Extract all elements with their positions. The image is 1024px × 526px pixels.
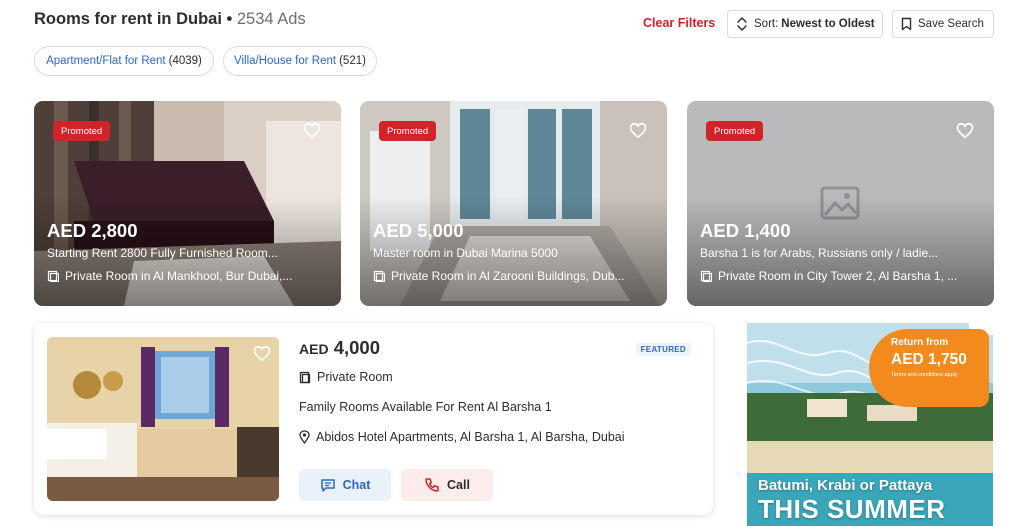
ad-offer-terms: Terms and conditions apply bbox=[891, 372, 958, 378]
promoted-badge: Promoted bbox=[379, 121, 437, 141]
listing-location-text: Private Room in City Tower 2, Al Barsha … bbox=[718, 269, 958, 283]
promoted-card[interactable]: Promoted AED 2,800 Starting Rent 2800 Fu… bbox=[34, 101, 341, 306]
ad-offer-line1: Return from bbox=[891, 337, 949, 348]
room-type: Private Room bbox=[299, 370, 393, 384]
title-separator: • bbox=[221, 10, 237, 28]
listing-location-text: Private Room in Al Zarooni Buildings, Du… bbox=[391, 269, 625, 283]
chip-count: (521) bbox=[339, 55, 366, 67]
listing-location-text: Private Room in Al Mankhool, Bur Dubai,.… bbox=[65, 269, 293, 283]
listing-location: Private Room in City Tower 2, Al Barsha … bbox=[700, 269, 985, 283]
heart-icon[interactable] bbox=[956, 122, 974, 139]
featured-listing-card[interactable]: AED 4,000 FEATURED Private Room Family R… bbox=[34, 323, 713, 515]
featured-price: AED 4,000 bbox=[299, 337, 380, 359]
chat-button[interactable]: Chat bbox=[299, 469, 391, 501]
featured-location: Abidos Hotel Apartments, Al Barsha 1, Al… bbox=[299, 430, 625, 444]
listing-description: Starting Rent 2800 Fully Furnished Room.… bbox=[47, 246, 278, 260]
ad-destinations: Batumi, Krabi or Pattaya bbox=[758, 477, 933, 494]
promoted-card[interactable]: Promoted AED 5,000 Master room in Dubai … bbox=[360, 101, 667, 306]
room-icon bbox=[700, 270, 712, 282]
save-search-label: Save Search bbox=[918, 18, 984, 30]
price-amount: 4,000 bbox=[333, 337, 380, 358]
room-icon bbox=[47, 270, 59, 282]
heart-icon[interactable] bbox=[629, 122, 647, 139]
price-currency: AED bbox=[299, 341, 329, 357]
room-icon bbox=[299, 371, 311, 383]
sort-label: Sort: bbox=[754, 18, 779, 30]
clear-filters-link[interactable]: Clear Filters bbox=[643, 16, 715, 30]
featured-location-text: Abidos Hotel Apartments, Al Barsha 1, Al… bbox=[316, 430, 625, 444]
heart-icon[interactable] bbox=[253, 345, 271, 362]
page-title-text: Rooms for rent in Dubai bbox=[34, 10, 222, 28]
chip-label: Apartment/Flat for Rent bbox=[46, 55, 166, 67]
listing-location: Private Room in Al Zarooni Buildings, Du… bbox=[373, 269, 658, 283]
heart-icon[interactable] bbox=[303, 122, 321, 139]
chat-icon bbox=[320, 478, 335, 492]
ad-offer-price: AED 1,750 bbox=[891, 351, 967, 368]
ad-offer-bubble: Return from AED 1,750 Terms and conditio… bbox=[869, 329, 989, 407]
advertisement-banner[interactable]: Return from AED 1,750 Terms and conditio… bbox=[747, 323, 993, 526]
chat-label: Chat bbox=[342, 478, 371, 492]
featured-badge: FEATURED bbox=[635, 343, 691, 356]
sort-icon bbox=[737, 17, 747, 31]
listing-description: Master room in Dubai Marina 5000 bbox=[373, 246, 558, 260]
promoted-badge: Promoted bbox=[53, 121, 111, 141]
sort-button[interactable]: Sort: Newest to Oldest bbox=[727, 10, 883, 38]
call-label: Call bbox=[447, 478, 470, 492]
listing-photo bbox=[47, 337, 279, 501]
room-icon bbox=[373, 270, 385, 282]
listing-thumbnail[interactable] bbox=[47, 337, 279, 501]
ad-count: 2534 Ads bbox=[236, 10, 306, 28]
phone-icon bbox=[425, 478, 439, 492]
sort-value: Newest to Oldest bbox=[781, 18, 875, 30]
chip-label: Villa/House for Rent bbox=[234, 55, 337, 67]
promoted-card[interactable]: Promoted AED 1,400 Barsha 1 is for Arabs… bbox=[687, 101, 994, 306]
save-search-button[interactable]: Save Search bbox=[892, 10, 994, 38]
chip-villa-house[interactable]: Villa/House for Rent (521) bbox=[223, 46, 377, 76]
listing-location: Private Room in Al Mankhool, Bur Dubai,.… bbox=[47, 269, 332, 283]
bookmark-icon bbox=[901, 17, 912, 31]
call-button[interactable]: Call bbox=[401, 469, 493, 501]
promoted-badge: Promoted bbox=[706, 121, 764, 141]
room-type-text: Private Room bbox=[317, 370, 393, 384]
listing-price: AED 5,000 bbox=[373, 220, 464, 241]
listing-description: Barsha 1 is for Arabs, Russians only / l… bbox=[700, 246, 939, 260]
chip-apartment-flat[interactable]: Apartment/Flat for Rent (4039) bbox=[34, 46, 214, 76]
results-header: Rooms for rent in Dubai • 2534 Ads Clear… bbox=[34, 8, 994, 38]
location-pin-icon bbox=[299, 430, 310, 444]
listing-price: AED 2,800 bbox=[47, 220, 138, 241]
page-title: Rooms for rent in Dubai • 2534 Ads bbox=[34, 10, 306, 29]
featured-description: Family Rooms Available For Rent Al Barsh… bbox=[299, 400, 552, 414]
chip-count: (4039) bbox=[168, 55, 202, 67]
ad-headline: THIS SUMMER bbox=[758, 494, 946, 524]
listing-price: AED 1,400 bbox=[700, 220, 791, 241]
